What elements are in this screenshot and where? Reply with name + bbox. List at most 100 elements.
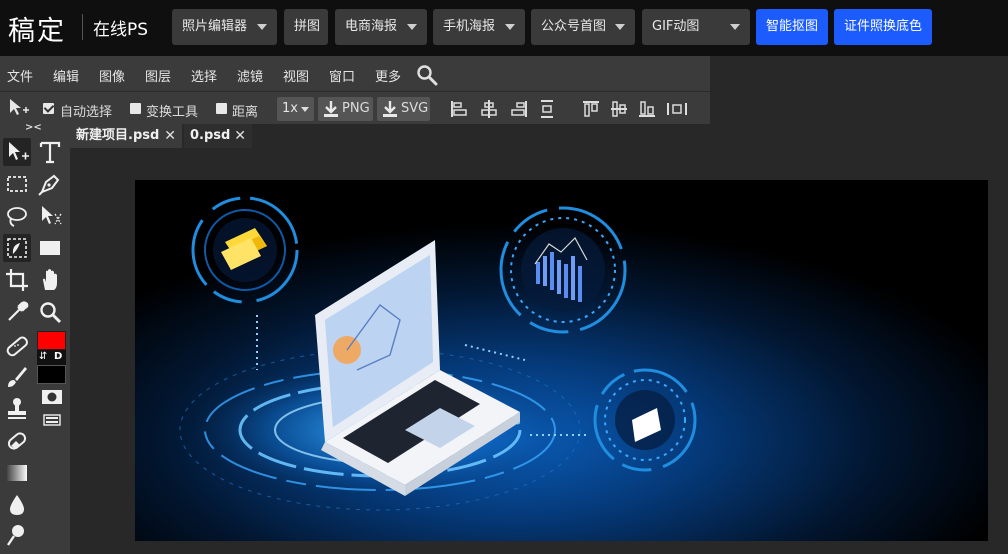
tab-new-project[interactable]: 新建项目.psd ✕: [70, 124, 182, 148]
menu-filter[interactable]: 滤镜: [237, 66, 263, 85]
align-left-icon[interactable]: [450, 99, 468, 119]
search-icon[interactable]: [416, 64, 438, 86]
chevron-down-icon: [615, 24, 625, 30]
rectangle-tool-icon: [40, 241, 60, 255]
transform-tools-checkbox[interactable]: [130, 103, 141, 114]
nav-wechat-cover-label: 公众号首图: [541, 19, 607, 34]
brush-tool[interactable]: [3, 363, 31, 391]
zoom-tool[interactable]: [36, 298, 64, 326]
eraser-tool[interactable]: [3, 427, 31, 455]
export-svg-button[interactable]: SVG: [377, 97, 430, 121]
export-png-button[interactable]: PNG: [318, 97, 373, 121]
menu-select[interactable]: 选择: [191, 66, 217, 85]
tab-new-project-label: 新建项目.psd: [76, 128, 160, 143]
nav-collage-label: 拼图: [294, 19, 321, 34]
dodge-icon: [7, 525, 24, 546]
lasso-tool-icon: [7, 207, 27, 227]
menu-window[interactable]: 窗口: [329, 66, 355, 85]
chevron-down-icon: [407, 24, 417, 30]
screen-mode-icon[interactable]: [43, 414, 61, 426]
auto-select-checkbox[interactable]: [43, 103, 54, 114]
quick-select-icon: [7, 238, 27, 258]
align-right-icon[interactable]: [510, 99, 528, 119]
smart-cutout-button[interactable]: 智能抠图: [756, 9, 828, 45]
scale-select[interactable]: 1x: [277, 97, 314, 121]
nav-photo-editor-button[interactable]: 照片编辑器: [172, 9, 277, 45]
menu-edit[interactable]: 编辑: [53, 66, 79, 85]
pen-tool[interactable]: [36, 170, 64, 198]
nav-gif-label: GIF动图: [652, 19, 700, 34]
blur-tool[interactable]: [3, 491, 31, 519]
distribute-horizontal-icon[interactable]: [666, 99, 688, 119]
foreground-color-swatch[interactable]: [37, 331, 66, 350]
dodge-tool[interactable]: [3, 521, 31, 549]
nav-photo-editor-label: 照片编辑器: [182, 19, 248, 34]
nav-wechat-cover-button[interactable]: 公众号首图: [531, 9, 635, 45]
hand-tool[interactable]: [36, 266, 64, 294]
nav-mobile-poster-button[interactable]: 手机海报: [433, 9, 525, 45]
distance-checkbox[interactable]: [216, 103, 227, 114]
chevron-down-icon: [505, 24, 515, 30]
nav-ecommerce-poster-label: 电商海报: [345, 19, 398, 34]
menu-image[interactable]: 图像: [99, 66, 125, 85]
distribute-vertical-icon[interactable]: [538, 99, 556, 119]
direct-select-tool[interactable]: [36, 202, 64, 230]
direct-select-icon: [42, 206, 62, 225]
eraser-icon: [7, 432, 27, 450]
default-colors-button[interactable]: D: [54, 351, 62, 362]
healing-tool[interactable]: [3, 332, 31, 360]
scale-select-value: 1x: [282, 101, 298, 116]
nav-ecommerce-poster-button[interactable]: 电商海报: [335, 9, 427, 45]
eyedropper-tool[interactable]: [3, 298, 31, 326]
lasso-tool[interactable]: [3, 202, 31, 230]
swap-colors-icon[interactable]: ⇵: [39, 351, 47, 362]
quick-select-tool[interactable]: [3, 234, 31, 262]
move-tool-icon: [9, 142, 29, 160]
app-subtitle: 在线PS: [93, 20, 149, 40]
align-bottom-icon[interactable]: [638, 99, 656, 119]
align-center-v-icon[interactable]: [610, 99, 628, 119]
crop-tool[interactable]: [3, 266, 31, 294]
stamp-tool[interactable]: [3, 395, 31, 423]
menu-layer[interactable]: 图层: [145, 66, 171, 85]
text-tool-icon: [39, 141, 61, 164]
droplet-icon: [10, 495, 24, 515]
stamp-icon: [8, 398, 26, 419]
chevron-down-icon: [257, 24, 267, 30]
background-color-swatch[interactable]: [37, 365, 66, 384]
distance-label: 距离: [232, 105, 259, 120]
nav-gif-button[interactable]: GIF动图: [642, 9, 750, 45]
download-icon: [383, 101, 397, 117]
close-icon[interactable]: ✕: [234, 124, 246, 148]
hand-icon: [43, 269, 57, 290]
move-tool[interactable]: [3, 138, 31, 166]
tab-0-psd[interactable]: 0.psd ✕: [184, 124, 252, 148]
brush-icon: [8, 367, 27, 387]
close-icon[interactable]: ✕: [164, 124, 176, 148]
nav-mobile-poster-label: 手机海报: [443, 19, 496, 34]
tab-0-psd-label: 0.psd: [190, 128, 231, 143]
logo[interactable]: 稿定: [8, 9, 66, 48]
menu-file[interactable]: 文件: [7, 66, 33, 85]
gradient-tool[interactable]: [3, 459, 31, 487]
text-tool[interactable]: [36, 138, 64, 166]
logo-divider: [82, 14, 83, 40]
gradient-icon: [7, 465, 27, 481]
chevron-down-icon: [301, 107, 309, 112]
align-top-icon[interactable]: [582, 99, 600, 119]
document-canvas[interactable]: [135, 180, 988, 541]
eyedropper-icon: [8, 301, 29, 321]
crop-tool-icon: [6, 269, 28, 291]
nav-collage-button[interactable]: 拼图: [284, 9, 328, 45]
rectangle-tool[interactable]: [36, 234, 64, 262]
marquee-tool[interactable]: [3, 170, 31, 198]
menu-view[interactable]: 视图: [283, 66, 309, 85]
quick-mask-icon[interactable]: [41, 389, 63, 405]
id-photo-background-button[interactable]: 证件照换底色: [834, 9, 932, 45]
chevron-down-icon: [730, 24, 740, 30]
toolbox-collapse-toggle[interactable]: ><: [25, 122, 42, 133]
canvas-artwork: [135, 180, 988, 541]
align-center-h-icon[interactable]: [480, 99, 498, 119]
export-svg-label: SVG: [401, 101, 429, 116]
menu-more[interactable]: 更多: [375, 66, 401, 85]
